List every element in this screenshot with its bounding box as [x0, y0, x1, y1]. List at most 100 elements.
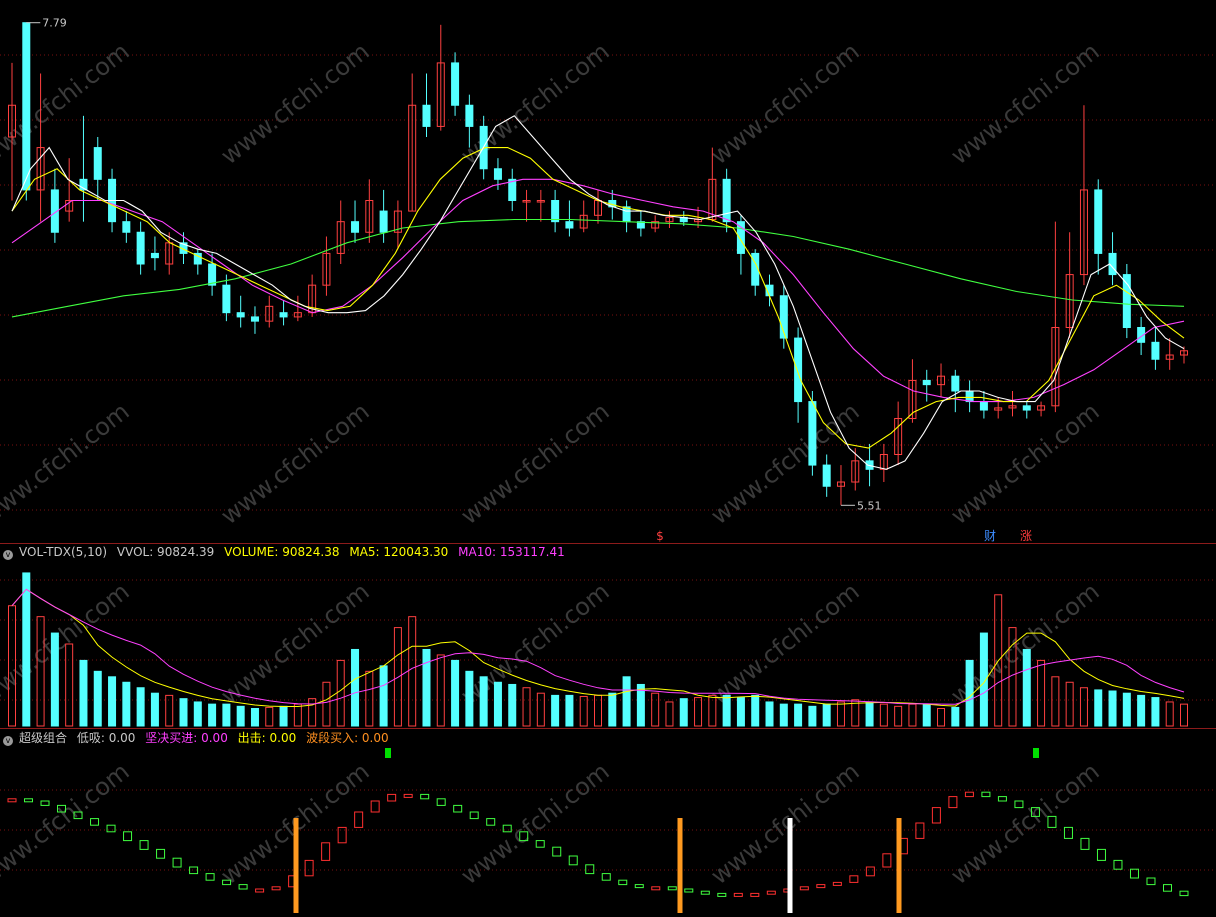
volume-bar	[651, 692, 660, 727]
event-marker: 财	[984, 529, 996, 543]
volume-bar	[879, 703, 888, 727]
volume-bar	[779, 703, 788, 727]
indicator-box	[205, 873, 215, 881]
signal-bar	[677, 818, 683, 913]
ma60-line	[11, 218, 1185, 318]
volume-bar	[1079, 687, 1088, 727]
volume-bar	[551, 694, 560, 727]
indicator-box	[1080, 837, 1090, 850]
volume-bar	[193, 701, 202, 727]
watermark-text: www.cfchi.com	[456, 397, 615, 530]
indicator-box	[915, 822, 925, 839]
indicator-box	[931, 807, 941, 824]
collapse-icon[interactable]: v	[3, 550, 13, 560]
volume-bar	[436, 654, 445, 727]
volume-bar	[279, 705, 288, 727]
volume-bar	[122, 681, 131, 727]
vol-ma5: MA5: 120043.30	[349, 545, 449, 559]
indicator-box	[238, 884, 248, 890]
candle-body	[379, 210, 388, 233]
volume-bar	[679, 698, 688, 727]
indicator-box	[618, 879, 628, 886]
candle-body	[565, 221, 574, 229]
volume-bar	[165, 694, 174, 727]
indicator-box	[436, 798, 446, 806]
candle-body	[808, 401, 817, 466]
candle-body	[736, 221, 745, 254]
indicator-box	[684, 888, 694, 893]
volume-bar	[179, 698, 188, 727]
event-marker: 涨	[1020, 528, 1032, 543]
candle-body	[622, 206, 631, 223]
candle-body	[279, 312, 288, 318]
indicator-box	[799, 886, 809, 891]
collapse-icon[interactable]: v	[3, 736, 13, 746]
volume-bar	[1037, 659, 1046, 727]
indicator-box	[750, 892, 760, 897]
indicator-box	[370, 800, 380, 813]
buy-signal-marker	[1033, 748, 1039, 758]
volume-bar	[736, 697, 745, 727]
indicator-box	[321, 842, 331, 861]
candlesticks	[8, 22, 1188, 506]
volume-bar	[751, 694, 760, 727]
volume-bar	[1165, 701, 1174, 727]
volume-bar	[493, 681, 502, 727]
indicator-box	[568, 855, 578, 866]
volume-bar	[65, 643, 74, 727]
volume-bar	[22, 572, 31, 727]
volume-bar	[522, 687, 531, 727]
candle-body	[1122, 274, 1131, 329]
candle-body	[722, 178, 731, 223]
event-marker: $	[656, 529, 664, 543]
indicator-box	[1113, 859, 1123, 870]
volume-bar	[965, 659, 974, 727]
indicator-box	[156, 848, 166, 859]
indicator-box	[1162, 884, 1172, 892]
volume-bar	[293, 703, 302, 727]
indicator-box	[832, 881, 842, 886]
volume-bar	[379, 665, 388, 727]
volume-bar	[365, 670, 374, 727]
indicator-box	[403, 793, 413, 798]
indicator-box	[1146, 877, 1156, 886]
indicator-box	[304, 859, 314, 877]
indicator-box	[271, 886, 281, 891]
indicator-box	[733, 892, 743, 897]
stock-chart[interactable]: www.cfchi.com www.cfchi.com www.cfchi.com w…	[0, 0, 1216, 917]
volume-bar	[836, 701, 845, 727]
indicator-box	[717, 892, 727, 897]
candle-body	[22, 22, 31, 191]
volume-bar	[351, 648, 360, 727]
volume-bar	[1180, 703, 1188, 727]
indicator-box	[1179, 890, 1189, 897]
indicator-box	[816, 884, 826, 889]
low-price-label: 5.51	[857, 499, 882, 512]
indicator-box	[139, 840, 149, 850]
volume-bar	[579, 695, 588, 727]
signal-bar	[896, 818, 902, 913]
watermark-text: www.cfchi.com	[706, 37, 865, 170]
indicator-header: v 超级组合 低吸: 0.00 坚决买进: 0.00 出击: 0.00 波段买入:…	[0, 730, 395, 746]
candle-body	[150, 252, 159, 259]
volume-bar	[1094, 689, 1103, 727]
indicator-box	[585, 864, 595, 875]
volume-header: v VOL-TDX(5,10) VVOL: 90824.39 VOLUME: 90…	[0, 544, 571, 560]
volume-bar	[722, 694, 731, 727]
indicator-box	[634, 884, 644, 889]
watermark-text: www.cfchi.com	[216, 577, 375, 710]
indicator-box	[601, 873, 611, 881]
watermarks: www.cfchi.com www.cfchi.com www.cfchi.com w…	[0, 37, 1105, 890]
indicator-box	[964, 791, 974, 798]
watermark-text: www.cfchi.com	[216, 37, 375, 170]
volume-bar	[479, 676, 488, 727]
candle-body	[136, 231, 145, 265]
indicator-box	[849, 875, 859, 883]
indicator-box	[453, 804, 463, 813]
ind-chuji: 出击: 0.00	[237, 731, 297, 745]
volume-bar	[765, 701, 774, 727]
volume-bar	[894, 705, 903, 727]
volume-bar	[1137, 694, 1146, 727]
volume-bar	[222, 703, 231, 727]
volume-bar	[565, 694, 574, 727]
